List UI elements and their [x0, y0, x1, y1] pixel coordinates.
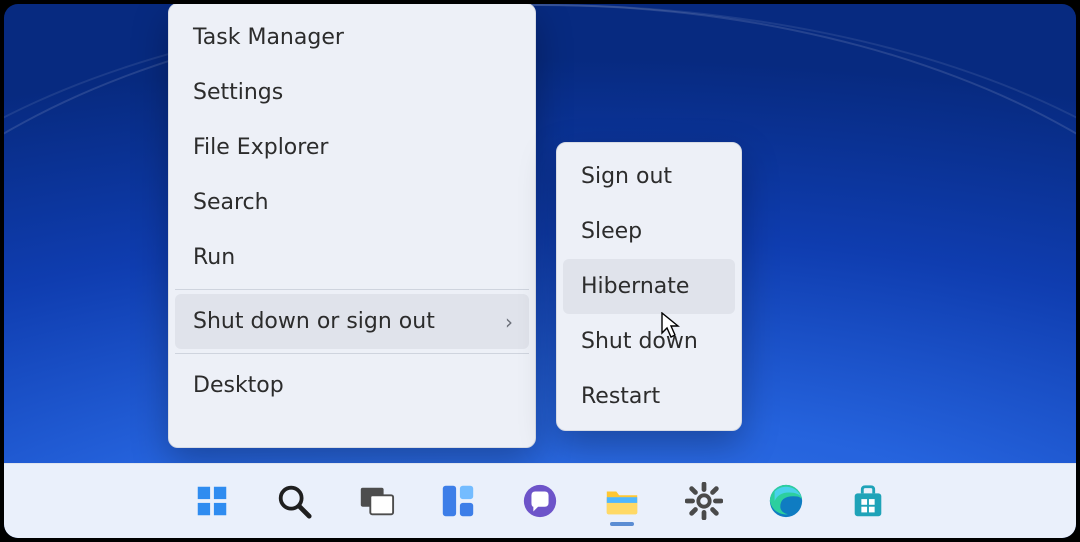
menu-item-label: Run [193, 245, 235, 270]
menu-item-label: Hibernate [581, 274, 689, 299]
menu-separator [175, 289, 529, 290]
menu-separator [175, 353, 529, 354]
search-icon[interactable] [270, 472, 318, 530]
chat-icon[interactable] [516, 472, 564, 530]
taskbar [4, 463, 1076, 538]
menu-item-task-manager[interactable]: Task Manager [175, 10, 529, 65]
menu-item-label: Shut down or sign out [193, 309, 435, 334]
menu-item-run[interactable]: Run [175, 230, 529, 285]
menu-item-label: Desktop [193, 373, 284, 398]
menu-item-label: Sleep [581, 219, 642, 244]
submenu-item-hibernate[interactable]: Hibernate [563, 259, 735, 314]
submenu-item-restart[interactable]: Restart [563, 369, 735, 424]
menu-item-file-explorer[interactable]: File Explorer [175, 120, 529, 175]
power-submenu: Sign out Sleep Hibernate Shut down Resta… [556, 142, 742, 431]
menu-item-label: File Explorer [193, 135, 328, 160]
menu-item-label: Shut down [581, 329, 698, 354]
microsoft-store-icon[interactable] [844, 472, 892, 530]
start-icon[interactable] [188, 472, 236, 530]
submenu-item-sign-out[interactable]: Sign out [563, 149, 735, 204]
widgets-icon[interactable] [434, 472, 482, 530]
submenu-item-sleep[interactable]: Sleep [563, 204, 735, 259]
menu-item-label: Task Manager [193, 25, 344, 50]
submenu-item-shut-down[interactable]: Shut down [563, 314, 735, 369]
edge-icon[interactable] [762, 472, 810, 530]
menu-item-search[interactable]: Search [175, 175, 529, 230]
menu-item-shutdown-or-signout[interactable]: Shut down or sign out › [175, 294, 529, 349]
file-explorer-icon[interactable] [598, 472, 646, 530]
winx-context-menu: Task Manager Settings File Explorer Sear… [168, 4, 536, 448]
menu-item-desktop[interactable]: Desktop [175, 358, 529, 413]
menu-item-label: Settings [193, 80, 283, 105]
task-view-icon[interactable] [352, 472, 400, 530]
menu-item-label: Sign out [581, 164, 672, 189]
menu-item-label: Search [193, 190, 269, 215]
chevron-right-icon: › [505, 310, 513, 334]
settings-icon[interactable] [680, 472, 728, 530]
menu-item-settings[interactable]: Settings [175, 65, 529, 120]
desktop-background: Task Manager Settings File Explorer Sear… [4, 4, 1076, 538]
menu-item-label: Restart [581, 384, 660, 409]
